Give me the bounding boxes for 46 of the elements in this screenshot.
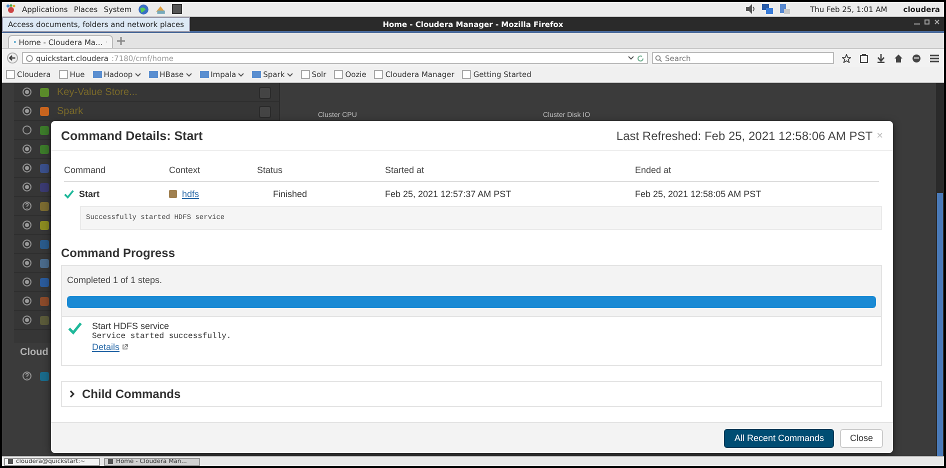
column-header: Context bbox=[169, 165, 200, 175]
progress-summary: Completed 1 of 1 steps. bbox=[67, 275, 162, 285]
caret-icon bbox=[238, 72, 244, 76]
updates-icon[interactable] bbox=[778, 4, 790, 14]
section-heading: Cloud bbox=[20, 347, 48, 358]
search-icon bbox=[655, 54, 662, 62]
last-refreshed: Last Refreshed: Feb 25, 2021 12:58:06 AM PST bbox=[616, 128, 873, 142]
help-icon bbox=[22, 371, 32, 381]
column-header: Ended at bbox=[635, 165, 672, 175]
close-button[interactable]: Close bbox=[840, 428, 883, 448]
service-icon bbox=[169, 190, 177, 198]
caret-icon bbox=[186, 72, 192, 76]
scrollbar[interactable] bbox=[936, 83, 944, 456]
maximize-icon[interactable] bbox=[924, 19, 930, 25]
volume-icon[interactable] bbox=[744, 4, 756, 14]
external-link-icon bbox=[122, 344, 128, 350]
section-heading: Command Progress bbox=[61, 246, 176, 260]
context-link[interactable]: hdfs bbox=[182, 189, 200, 199]
recent-commands-button[interactable]: All Recent Commands bbox=[724, 428, 834, 448]
clipboard-icon[interactable] bbox=[860, 54, 868, 62]
caret-icon bbox=[286, 72, 293, 76]
home-icon[interactable] bbox=[894, 54, 903, 62]
details-link[interactable]: Details bbox=[92, 342, 232, 352]
star-icon[interactable] bbox=[842, 54, 851, 62]
column-header: Started at bbox=[385, 165, 424, 175]
step-title: Start HDFS service bbox=[92, 321, 170, 331]
caret-icon bbox=[134, 72, 141, 76]
close-icon[interactable] bbox=[934, 19, 940, 25]
help-icon bbox=[22, 201, 32, 211]
command-name: Start bbox=[79, 189, 100, 199]
table-cell: Feb 25, 2021 12:58:05 AM PST bbox=[635, 189, 762, 199]
network-icon[interactable] bbox=[762, 4, 773, 14]
new-tab-icon[interactable] bbox=[117, 37, 125, 45]
download-icon[interactable] bbox=[877, 54, 885, 62]
globe-icon[interactable] bbox=[138, 4, 149, 14]
column-header: Status bbox=[257, 165, 283, 175]
menu-icon[interactable] bbox=[930, 54, 939, 62]
table-cell: Feb 25, 2021 12:57:37 AM PST bbox=[385, 189, 512, 199]
gnome-foot-icon[interactable] bbox=[6, 4, 16, 14]
step-message: Service started successfully. bbox=[92, 332, 232, 341]
status-text: Finished bbox=[273, 189, 308, 199]
dialog-title: Command Details: Start bbox=[61, 128, 204, 142]
child-commands-toggle[interactable]: Child Commands bbox=[61, 381, 882, 407]
back-icon[interactable] bbox=[7, 52, 18, 64]
terminal-icon[interactable] bbox=[172, 4, 182, 14]
column-header: Command bbox=[64, 165, 106, 175]
